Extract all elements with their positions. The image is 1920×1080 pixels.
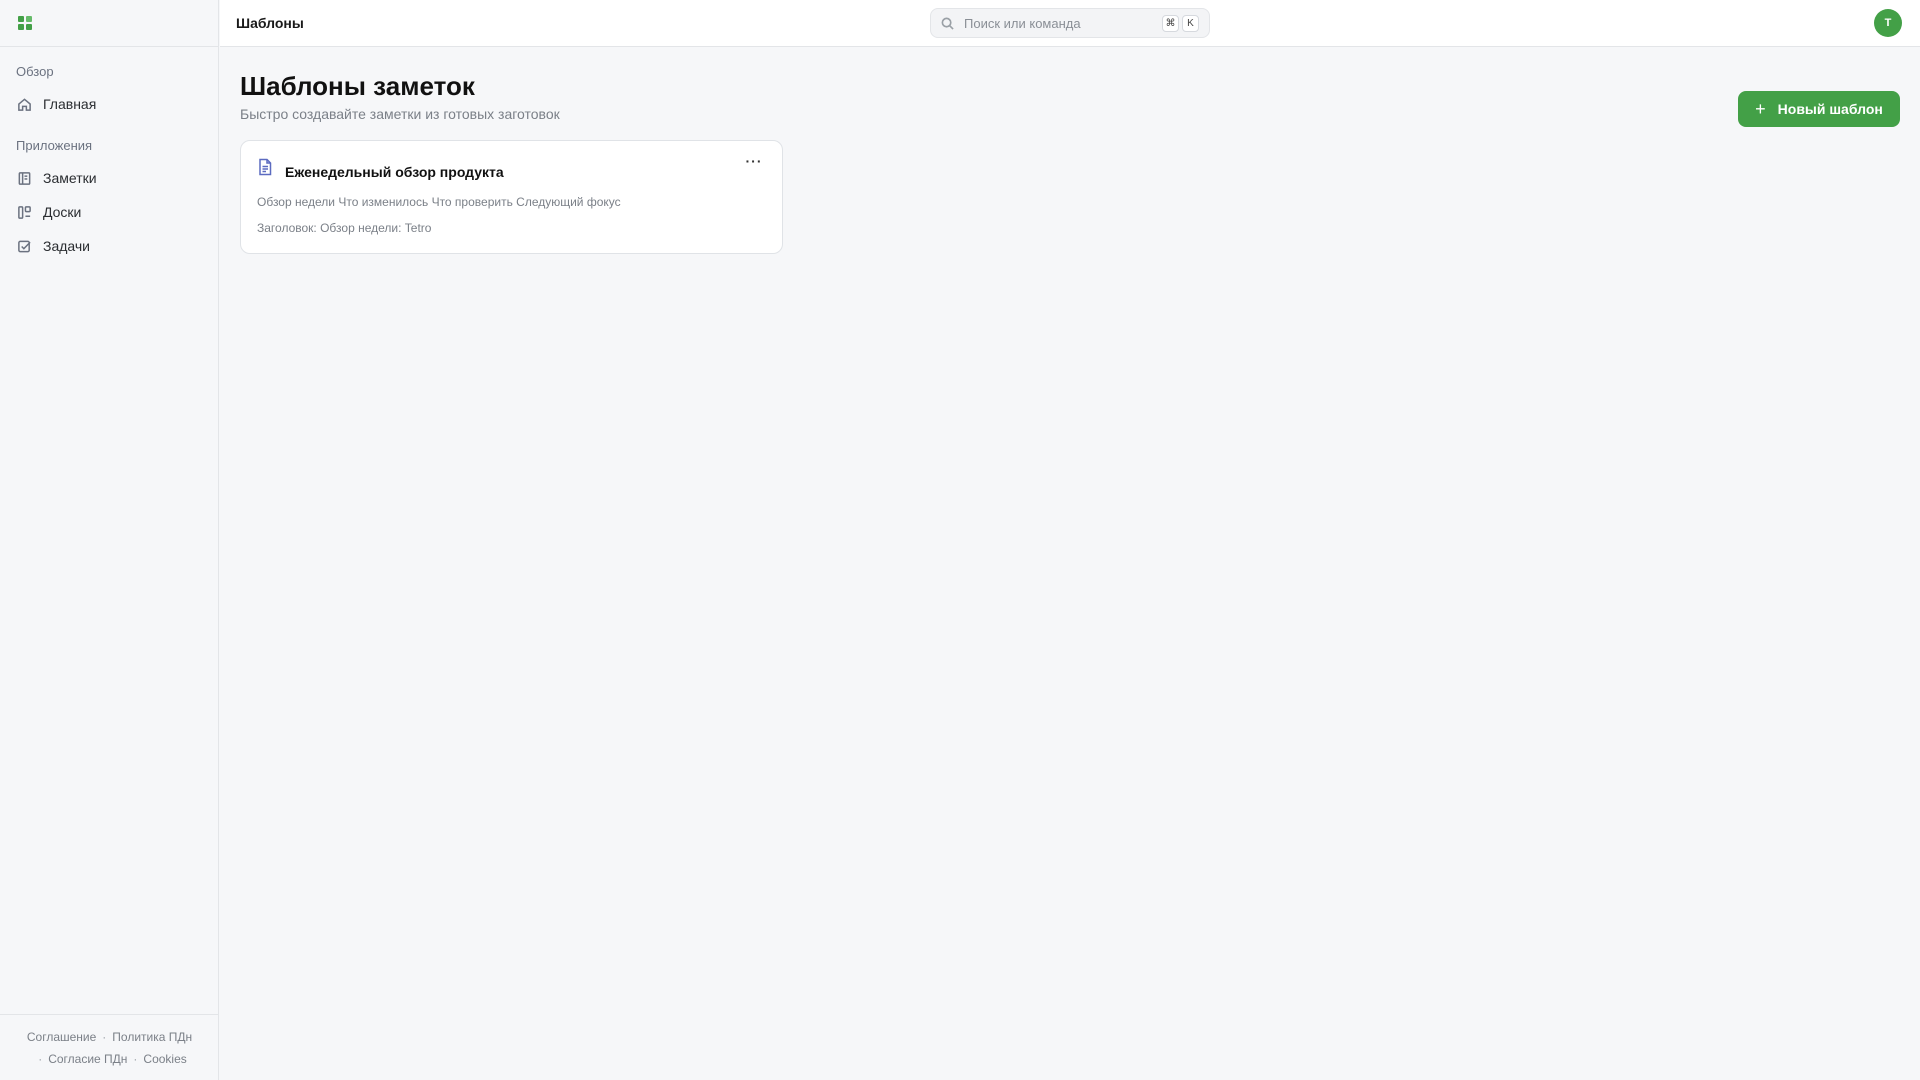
main-content: Шаблоны заметок Быстро создавайте заметк…	[240, 48, 1900, 254]
sidebar-item-boards[interactable]: Доски	[16, 195, 202, 229]
agreement-link[interactable]: Соглашение	[27, 1030, 96, 1044]
search-box[interactable]: ⌘ K	[930, 8, 1210, 38]
app-logo-icon[interactable]	[18, 16, 32, 30]
avatar[interactable]: T	[1874, 9, 1902, 37]
template-meta: Заголовок: Обзор недели: Tetro	[257, 221, 432, 235]
nav-heading-apps: Приложения	[16, 138, 93, 153]
more-options-icon[interactable]: ···	[744, 154, 764, 171]
nav-heading-overview: Обзор	[16, 64, 54, 79]
template-card-header: Еженедельный обзор продукта	[257, 157, 766, 181]
page-subtitle: Быстро создавайте заметки из готовых заг…	[240, 106, 560, 122]
search-input[interactable]	[964, 15, 1162, 31]
document-icon	[257, 158, 273, 181]
template-title: Еженедельный обзор продукта	[285, 164, 504, 180]
tasks-icon	[16, 238, 32, 254]
home-icon	[16, 96, 32, 112]
sidebar: Обзор Главная Приложения Заметки Доски З…	[0, 0, 219, 1080]
new-template-label: Новый шаблон	[1777, 101, 1883, 117]
header-title: Шаблоны	[236, 15, 304, 31]
sidebar-item-tasks[interactable]: Задачи	[16, 229, 202, 263]
footer-row-2: · Согласие ПДн · Cookies	[38, 1052, 187, 1066]
notes-icon	[16, 170, 32, 186]
nav-section-apps: Приложения Заметки Доски Задачи	[0, 137, 218, 263]
sidebar-item-label: Задачи	[43, 238, 91, 254]
search-icon	[941, 17, 954, 30]
sidebar-footer: Соглашение · Политика ПДн · Согласие ПДн · Co…	[0, 1014, 219, 1080]
nav-section-overview: Обзор Главная	[0, 63, 218, 121]
plus-icon: +	[1755, 99, 1766, 119]
footer-row-1: Соглашение · Политика ПДн	[26, 1030, 193, 1044]
sidebar-item-notes[interactable]: Заметки	[16, 161, 202, 195]
boards-icon	[16, 204, 32, 220]
template-card[interactable]: Еженедельный обзор продукта ··· Обзор не…	[240, 140, 783, 254]
cookies-link[interactable]: Cookies	[143, 1052, 186, 1066]
sidebar-item-label: Заметки	[43, 170, 97, 186]
sidebar-logo-area	[0, 0, 218, 47]
sidebar-item-label: Главная	[43, 96, 97, 112]
new-template-button[interactable]: + Новый шаблон	[1738, 91, 1900, 127]
sidebar-item-label: Доски	[43, 204, 82, 220]
sidebar-item-home[interactable]: Главная	[16, 87, 202, 121]
page-title: Шаблоны заметок	[240, 71, 475, 101]
template-preview: Обзор недели Что изменилось Что проверит…	[257, 195, 621, 209]
top-bar: Шаблоны ⌘ K T	[220, 0, 1920, 47]
privacy-policy-link[interactable]: Политика ПДн	[112, 1030, 192, 1044]
shortcut-key-cmd: ⌘	[1162, 14, 1179, 32]
shortcut-key-k: K	[1182, 14, 1199, 32]
consent-link[interactable]: Согласие ПДн	[48, 1052, 127, 1066]
